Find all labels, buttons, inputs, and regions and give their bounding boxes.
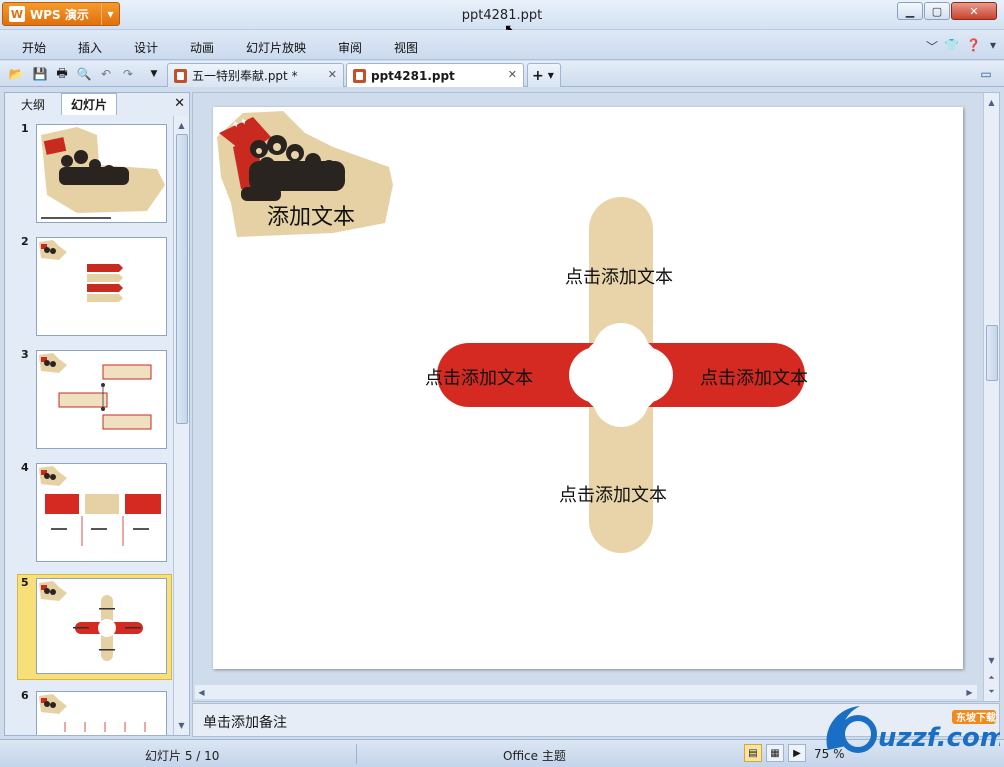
doc-tab-label: 五一特别奉献.ppt *: [192, 69, 298, 83]
scroll-up-icon[interactable]: ▲: [985, 95, 998, 109]
maximize-button[interactable]: ▢: [924, 2, 950, 20]
doc-tab-2[interactable]: ppt4281.ppt ✕: [346, 63, 524, 87]
thumbnail-number: 6: [21, 689, 29, 702]
uzzf-watermark-logo: 东坡下载 uzzf.com: [826, 706, 1000, 753]
horizontal-scrollbar[interactable]: ◀ ▶: [195, 685, 977, 699]
scroll-up-icon[interactable]: ▲: [175, 118, 188, 132]
slide-panel: 大纲 幻灯片 ✕ 1 2 3 4 5 6 ▲ ▼: [4, 92, 190, 736]
thumbnail-graphic: [39, 581, 143, 661]
right-text-box[interactable]: 点击添加文本: [700, 364, 808, 390]
ppt-file-icon: [353, 68, 366, 83]
menu-slideshow[interactable]: 幻灯片放映: [246, 39, 306, 56]
menu-review[interactable]: 审阅: [338, 39, 362, 56]
document-tab-bar: 📂 💾 🖶 🔍 ↶ ↷ ▼ 五一特别奉献.ppt * ✕ ppt4281.ppt…: [0, 61, 1004, 87]
theme-name: Office 主题: [503, 749, 566, 763]
thumbnail-graphic: [39, 353, 152, 430]
thumbnail-number: 2: [21, 235, 29, 248]
window-layout-icon[interactable]: ▭: [978, 66, 994, 82]
thumbnail-graphic: [39, 694, 146, 732]
skin-icon[interactable]: 👕: [944, 38, 959, 52]
thumbnail-graphic: [41, 127, 165, 219]
menu-animation[interactable]: 动画: [190, 39, 214, 56]
close-tab-icon[interactable]: ✕: [508, 68, 517, 81]
close-button[interactable]: ✕: [951, 2, 997, 20]
notes-placeholder[interactable]: 单击添加备注: [203, 712, 287, 732]
divider: [356, 744, 357, 764]
tab-slides[interactable]: 幻灯片: [61, 93, 117, 115]
title-bar: W WPS 演示 ▼ ppt4281.ppt ⬉ ▁ ▢ ✕: [0, 0, 1004, 38]
slideshow-view-icon[interactable]: ▶: [788, 744, 806, 762]
slide-thumbnail-3[interactable]: [36, 350, 167, 449]
thumbnail-number: 5: [21, 576, 29, 589]
close-tab-icon[interactable]: ✕: [328, 68, 337, 81]
redo-icon[interactable]: ↷: [120, 66, 136, 82]
cross-diagram: [437, 197, 805, 553]
more-icon[interactable]: ▾: [990, 38, 996, 52]
thumbnail-number: 1: [21, 122, 29, 135]
menu-design[interactable]: 设计: [134, 39, 158, 56]
left-text-box[interactable]: 点击添加文本: [425, 364, 533, 390]
slide-thumbnail-4[interactable]: [36, 463, 167, 562]
next-slide-icon[interactable]: ⏷: [985, 685, 998, 699]
thumbnail-number: 4: [21, 461, 29, 474]
thumbnail-scrollbar[interactable]: ▲ ▼: [173, 116, 189, 735]
thumbnail-list: 1 2 3 4 5 6: [5, 116, 173, 735]
top-text-box[interactable]: 点击添加文本: [565, 263, 673, 289]
thumbnail-graphic: [39, 466, 161, 546]
menu-view[interactable]: 视图: [394, 39, 418, 56]
thumbnail-graphic: [39, 240, 123, 302]
slide-thumbnail-1[interactable]: [36, 124, 167, 223]
scroll-left-icon[interactable]: ◀: [195, 685, 208, 699]
print-preview-icon[interactable]: 🔍: [76, 66, 92, 82]
window-title: ppt4281.ppt: [461, 8, 543, 23]
menu-home[interactable]: 开始: [22, 39, 46, 56]
scroll-down-icon[interactable]: ▼: [175, 718, 188, 732]
doc-tab-1[interactable]: 五一特别奉献.ppt * ✕: [167, 63, 344, 87]
normal-view-icon[interactable]: ▤: [744, 744, 762, 762]
undo-icon[interactable]: ↶: [98, 66, 114, 82]
slide-thumbnail-2[interactable]: [36, 237, 167, 336]
previous-slide-icon[interactable]: ⏶: [985, 671, 998, 685]
slide-editor: ✦✦ 添加文本 点击添加文本 点击添加文本 点击添加文本 点击添加文本 ▲ ▼ …: [192, 92, 1000, 702]
print-icon[interactable]: 🖶: [54, 66, 70, 82]
slide-thumbnail-5[interactable]: [36, 578, 167, 674]
customize-icon[interactable]: ▼: [146, 66, 162, 82]
new-tab-button[interactable]: + ▼: [527, 63, 561, 87]
bottom-text-box[interactable]: 点击添加文本: [559, 481, 667, 507]
doc-tab-label: ppt4281.ppt: [371, 68, 455, 83]
slide-counter: 幻灯片 5 / 10: [145, 749, 220, 763]
open-icon[interactable]: 📂: [8, 66, 24, 82]
slide-canvas[interactable]: ✦✦ 添加文本 点击添加文本 点击添加文本 点击添加文本 点击添加文本: [213, 107, 963, 669]
slide-thumbnail-6[interactable]: [36, 691, 167, 735]
thumbnail-number: 3: [21, 348, 29, 361]
save-icon[interactable]: 💾: [32, 66, 48, 82]
scrollbar-thumb[interactable]: [986, 325, 998, 381]
slide-scrollbar[interactable]: ▲ ▼ ⏶ ⏷: [983, 93, 999, 701]
scrollbar-thumb[interactable]: [176, 134, 188, 424]
minimize-button[interactable]: ▁: [897, 2, 923, 20]
scroll-right-icon[interactable]: ▶: [963, 685, 976, 699]
tab-outline[interactable]: 大纲: [11, 93, 55, 115]
close-panel-icon[interactable]: ✕: [174, 96, 185, 111]
menu-bar: 开始 插入 设计 动画 幻灯片放映 审阅 视图 ﹀ 👕 ❓ ▾: [0, 30, 1004, 60]
menu-insert[interactable]: 插入: [78, 39, 102, 56]
scroll-down-icon[interactable]: ▼: [985, 653, 998, 667]
ribbon-collapse-icon[interactable]: ﹀: [926, 38, 938, 55]
center-flower: [569, 323, 673, 427]
ppt-file-icon: [174, 68, 187, 83]
help-icon[interactable]: ❓: [966, 38, 981, 52]
sorter-view-icon[interactable]: ▦: [766, 744, 784, 762]
watermark-text: uzzf.com: [878, 723, 1000, 753]
